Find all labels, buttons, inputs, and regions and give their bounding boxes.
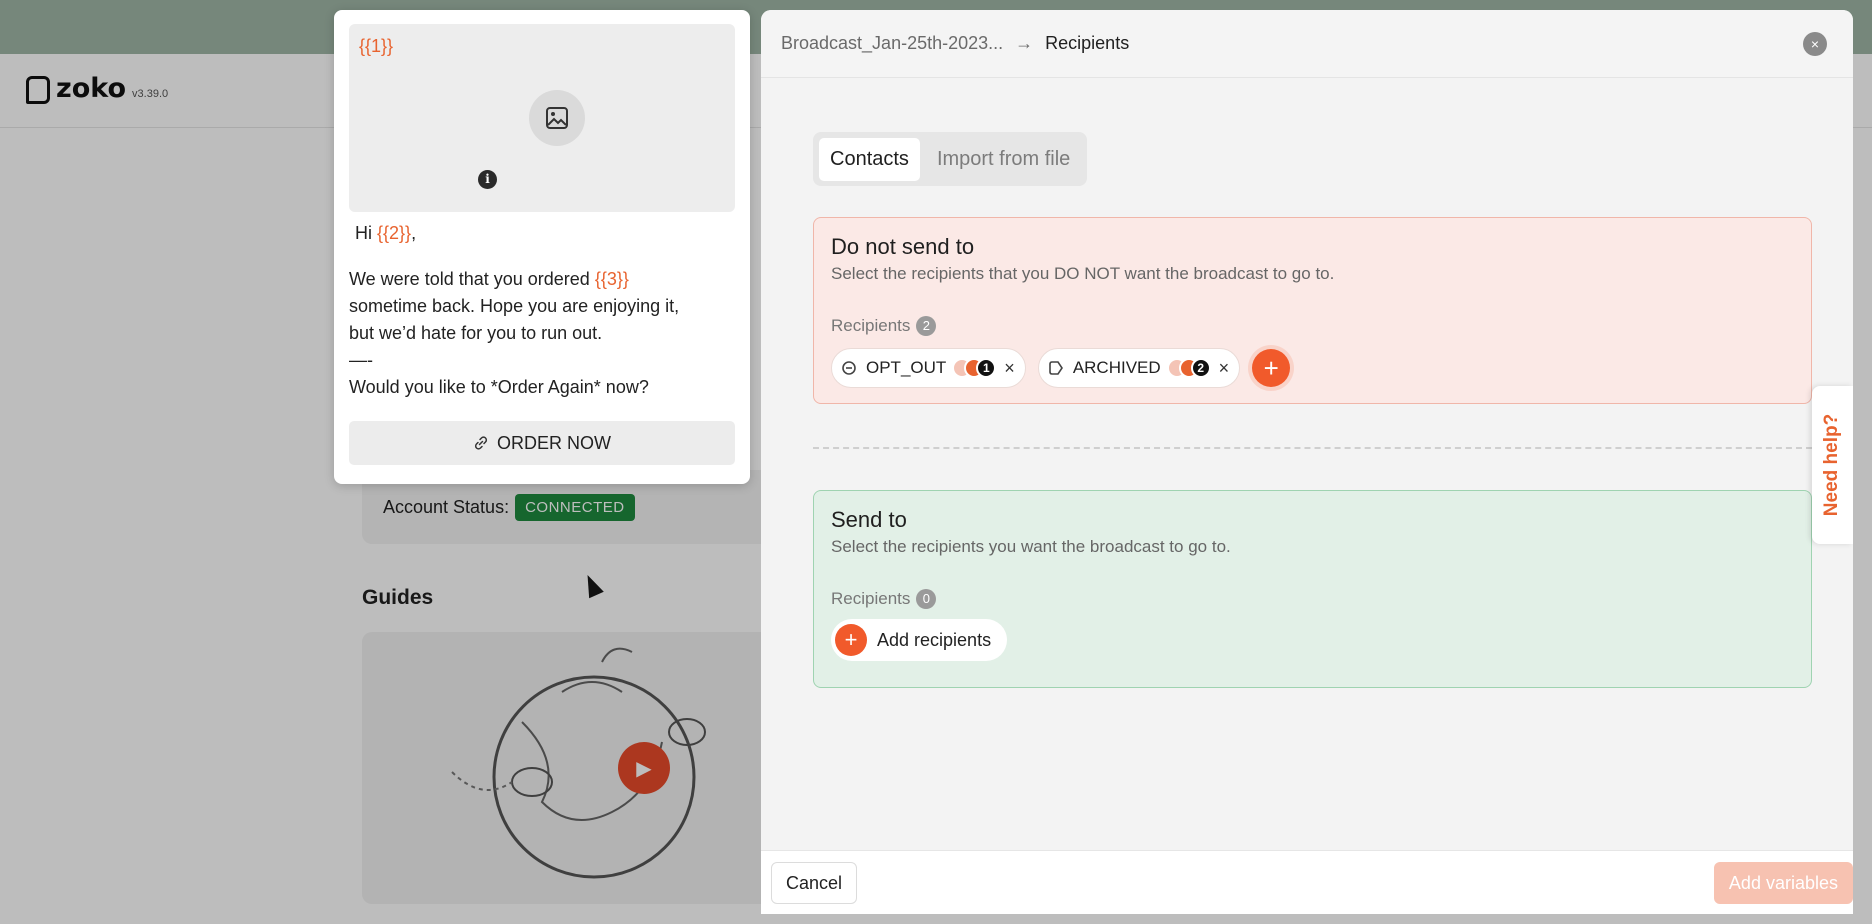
- order-now-button[interactable]: ORDER NOW: [349, 421, 735, 465]
- template-preview-card: {{1}} i Hi {{2}}, We were told that you …: [334, 10, 750, 484]
- excluded-chips: OPT_OUT 1 × ARCHIVED 2 × +: [831, 348, 1794, 388]
- message-body: Hi {{2}}, We were told that you ordered …: [349, 220, 735, 401]
- recipients-count-badge: 2: [916, 316, 937, 336]
- chip-label: ARCHIVED: [1072, 358, 1161, 377]
- need-help-label: Need help?: [1821, 413, 1843, 517]
- source-tabs: Contacts Import from file: [813, 132, 1088, 186]
- breadcrumb-broadcast[interactable]: Broadcast_Jan-25th-2023...: [781, 33, 1003, 54]
- message-line: but we’d hate for you to run out.: [349, 323, 603, 343]
- add-excluded-button[interactable]: +: [1252, 349, 1291, 387]
- link-icon: [474, 436, 488, 450]
- tab-import-from-file[interactable]: Import from file: [926, 138, 1081, 181]
- section-subtitle: Select the recipients that you DO NOT wa…: [831, 264, 1335, 283]
- message-line: sometime back. Hope you are enjoying it,: [349, 296, 680, 316]
- need-help-tab[interactable]: Need help?: [1812, 386, 1853, 544]
- send-to-section: Send to Select the recipients you want t…: [813, 490, 1812, 688]
- chip-opt-out[interactable]: OPT_OUT 1 ×: [831, 348, 1026, 388]
- plus-icon: +: [835, 624, 867, 656]
- section-title: Send to: [831, 507, 907, 532]
- media-header-placeholder: {{1}} i: [349, 24, 735, 212]
- message-line: Would you like to *Order Again* now?: [349, 377, 649, 397]
- message-line: We were told that you ordered {{3}}: [349, 269, 629, 289]
- chip-count-badge: 2: [1190, 358, 1211, 378]
- message-line: —-: [349, 350, 373, 370]
- section-subtitle: Select the recipients you want the broad…: [831, 537, 1231, 556]
- product-variable: {{3}}: [594, 269, 629, 289]
- tab-contacts[interactable]: Contacts: [819, 137, 920, 181]
- tag-icon: [1047, 359, 1065, 377]
- recipients-label: Recipients 0: [831, 589, 1794, 609]
- panel-footer: Cancel Add variables: [761, 850, 1853, 914]
- order-now-label: ORDER NOW: [497, 432, 611, 453]
- recipients-label: Recipients 2: [831, 316, 1794, 336]
- recipients-count-badge: 0: [916, 589, 937, 609]
- breadcrumb: Broadcast_Jan-25th-2023... → Recipients …: [761, 10, 1853, 78]
- chip-archived[interactable]: ARCHIVED 2 ×: [1037, 348, 1241, 388]
- info-icon[interactable]: i: [478, 170, 497, 189]
- greeting-line: Hi {{2}},: [355, 223, 417, 243]
- segment-icon: [840, 359, 858, 377]
- cancel-button[interactable]: Cancel: [771, 862, 858, 904]
- add-recipients-button[interactable]: + Add recipients: [831, 619, 1008, 661]
- remove-chip-icon[interactable]: ×: [1219, 358, 1230, 379]
- chip-count-badge: 1: [976, 358, 997, 378]
- arrow-right-icon: →: [1015, 33, 1034, 53]
- add-recipients-label: Add recipients: [877, 629, 992, 650]
- header-variable: {{1}}: [359, 36, 394, 56]
- greeting-variable: {{2}}: [377, 223, 412, 243]
- add-variables-button[interactable]: Add variables: [1713, 862, 1853, 904]
- avatar-stack: 2: [1166, 358, 1211, 378]
- avatar-stack: 1: [952, 358, 997, 378]
- close-icon[interactable]: ×: [1803, 32, 1827, 56]
- section-divider: [813, 447, 1812, 449]
- chip-label: OPT_OUT: [866, 358, 947, 377]
- do-not-send-section: Do not send to Select the recipients tha…: [813, 217, 1812, 404]
- recipients-panel: Broadcast_Jan-25th-2023... → Recipients …: [761, 10, 1853, 914]
- section-title: Do not send to: [831, 234, 975, 259]
- breadcrumb-current: Recipients: [1045, 33, 1130, 53]
- remove-chip-icon[interactable]: ×: [1004, 358, 1015, 379]
- image-icon: [529, 90, 585, 146]
